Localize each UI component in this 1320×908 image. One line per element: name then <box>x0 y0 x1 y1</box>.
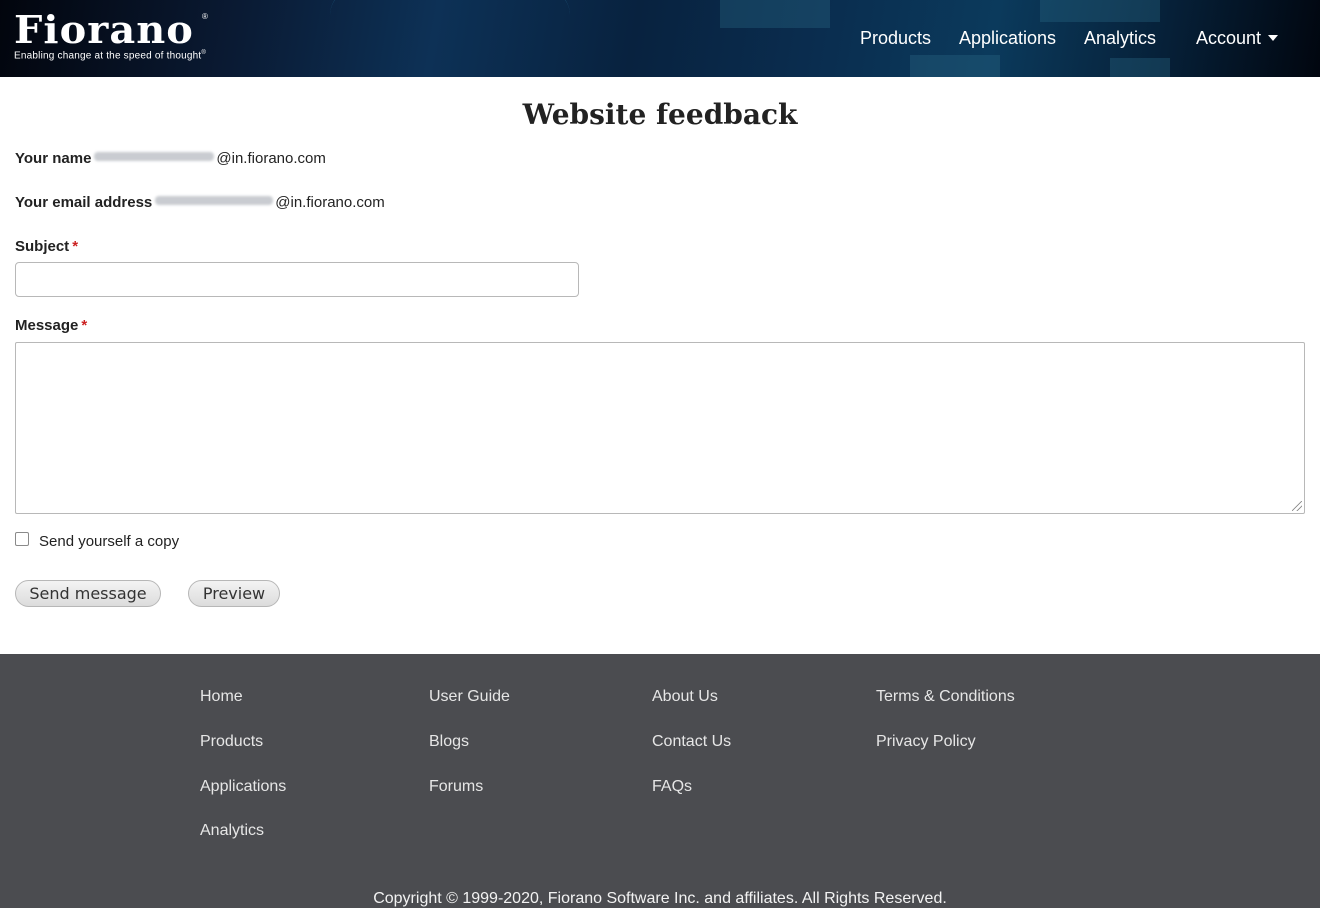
name-display: Your name @in.fiorano.com <box>15 150 326 167</box>
registered-mark: ® <box>202 12 208 21</box>
message-label: Message * <box>15 317 88 334</box>
email-label: Your email address <box>15 194 153 211</box>
nav-products[interactable]: Products <box>860 28 931 49</box>
redacted-text <box>94 152 215 161</box>
subject-input[interactable] <box>15 262 579 297</box>
footer-link-home[interactable]: Home <box>200 688 243 706</box>
nav-applications[interactable]: Applications <box>959 28 1056 49</box>
required-marker: * <box>72 238 79 255</box>
nav-analytics[interactable]: Analytics <box>1084 28 1156 49</box>
header-decoration <box>1040 0 1160 22</box>
header-decoration <box>910 55 1000 77</box>
preview-button[interactable]: Preview <box>188 580 280 607</box>
nav-account[interactable]: Account <box>1196 28 1279 49</box>
send-message-button[interactable]: Send message <box>15 580 161 607</box>
header-decoration <box>720 0 830 28</box>
name-label: Your name <box>15 150 92 167</box>
email-display: Your email address @in.fiorano.com <box>15 194 385 211</box>
header-decoration <box>1110 58 1170 77</box>
nav-account-label: Account <box>1196 28 1262 48</box>
email-value: @in.fiorano.com <box>275 194 385 211</box>
send-copy-checkbox[interactable] <box>15 532 29 546</box>
site-logo[interactable]: Fiorano ® Enabling change at the speed o… <box>14 11 208 62</box>
send-copy-label[interactable]: Send yourself a copy <box>39 533 179 550</box>
site-header: Fiorano ® Enabling change at the speed o… <box>0 0 1320 77</box>
copyright-text: Copyright © 1999-2020, Fiorano Software … <box>373 890 947 907</box>
required-marker: * <box>81 317 88 334</box>
footer-link-privacy[interactable]: Privacy Policy <box>876 733 976 751</box>
redacted-text <box>155 196 274 205</box>
footer-link-terms[interactable]: Terms & Conditions <box>876 688 1015 706</box>
footer-link-contact-us[interactable]: Contact Us <box>652 733 731 751</box>
footer-link-forums[interactable]: Forums <box>429 778 483 796</box>
message-textarea[interactable] <box>15 342 1305 514</box>
footer-link-products[interactable]: Products <box>200 733 263 751</box>
footer-link-user-guide[interactable]: User Guide <box>429 688 510 706</box>
site-footer: Home Products Applications Analytics Use… <box>0 654 1320 908</box>
footer-link-blogs[interactable]: Blogs <box>429 733 469 751</box>
chevron-down-icon <box>1268 35 1279 41</box>
name-value: @in.fiorano.com <box>216 150 326 167</box>
resize-handle-icon[interactable] <box>1292 501 1302 511</box>
footer-link-about-us[interactable]: About Us <box>652 688 718 706</box>
page-title: Website feedback <box>522 98 798 131</box>
subject-label: Subject * <box>15 238 79 255</box>
footer-link-faqs[interactable]: FAQs <box>652 778 692 796</box>
footer-link-analytics[interactable]: Analytics <box>200 822 264 840</box>
footer-link-applications[interactable]: Applications <box>200 778 286 796</box>
logo-wordmark: Fiorano <box>14 7 194 52</box>
